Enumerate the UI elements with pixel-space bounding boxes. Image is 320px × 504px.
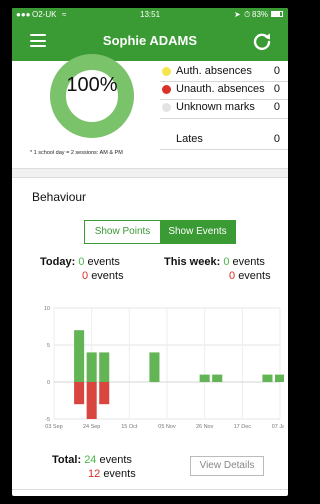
legend-dot-red xyxy=(162,85,171,94)
status-bar: ●●● O2-UK ≈ 13:51 ➤ ⏱ 83% xyxy=(12,8,288,21)
section-separator xyxy=(12,168,288,178)
y-tick-label: 0 xyxy=(47,380,50,386)
x-tick-label: 05 Nov xyxy=(158,424,176,430)
unknown-marks-value: 0 xyxy=(273,101,280,113)
positive-bar xyxy=(199,374,210,382)
total-positive-count: 24 xyxy=(84,454,97,466)
events-word: events xyxy=(91,270,124,282)
unauthorised-absences-row: Unauth. absences 0 xyxy=(160,82,288,99)
week-positive-count: 0 xyxy=(223,256,230,268)
y-tick-label: -5 xyxy=(45,417,50,423)
events-word: events xyxy=(99,454,132,466)
week-negative-stats: 0 events xyxy=(229,270,271,282)
authorised-absences-row: Auth. absences 0 xyxy=(160,64,288,81)
attendance-footnote: * 1 school day = 2 sessions: AM & PM xyxy=(30,150,123,156)
refresh-icon[interactable] xyxy=(252,31,272,51)
show-points-button[interactable]: Show Points xyxy=(85,221,160,243)
week-label: This week: xyxy=(164,256,221,268)
x-tick-label: 03 Sep xyxy=(45,424,62,430)
battery-icon xyxy=(271,11,283,17)
unauthorised-absences-value: 0 xyxy=(273,83,280,95)
unauthorised-absences-label: Unauth. absences xyxy=(176,83,265,95)
attendance-percentage: 100% xyxy=(66,74,118,96)
x-tick-label: 17 Dec xyxy=(234,424,252,430)
today-positive-count: 0 xyxy=(78,256,85,268)
week-negative-count: 0 xyxy=(229,270,236,282)
x-tick-label: 07 Jan xyxy=(272,424,284,430)
phone-screen: ●●● O2-UK ≈ 13:51 ➤ ⏱ 83% Sophie ADAMS 1… xyxy=(12,8,288,496)
positive-bar xyxy=(74,330,85,382)
legend-dot-grey xyxy=(162,103,171,112)
behaviour-heading: Behaviour xyxy=(32,190,87,204)
legend-dot-yellow xyxy=(162,67,171,76)
divider xyxy=(160,118,288,119)
x-tick-label: 24 Sep xyxy=(83,424,100,430)
view-details-button[interactable]: View Details xyxy=(190,456,264,476)
alarm-icon: ⏱ xyxy=(244,10,251,19)
unknown-marks-row: Unknown marks 0 xyxy=(160,100,288,117)
y-tick-label: 10 xyxy=(44,306,50,312)
x-tick-label: 15 Oct xyxy=(121,424,138,430)
lates-label: Lates xyxy=(176,133,203,145)
authorised-absences-label: Auth. absences xyxy=(176,65,252,77)
show-events-button[interactable]: Show Events xyxy=(160,221,235,243)
total-label: Total: xyxy=(52,454,82,466)
negative-bar xyxy=(86,382,97,419)
divider xyxy=(12,489,288,490)
today-negative-stats: 0 events xyxy=(82,270,124,282)
events-word: events xyxy=(238,270,271,282)
total-negative-stats: 12 events xyxy=(88,468,136,480)
clock: 13:51 xyxy=(140,10,161,19)
x-tick-label: 26 Nov xyxy=(196,424,214,430)
events-word: events xyxy=(103,468,136,480)
carrier-label: O2-UK xyxy=(32,10,57,19)
positive-bar xyxy=(99,352,110,382)
positive-bar xyxy=(212,374,223,382)
total-stats: Total: 24 events xyxy=(52,454,132,466)
lates-row: Lates 0 xyxy=(160,132,288,149)
signal-icon: ●●● xyxy=(16,10,31,19)
today-label: Today: xyxy=(40,256,76,268)
y-tick-label: 5 xyxy=(47,343,50,349)
page-title: Sophie ADAMS xyxy=(102,33,198,48)
divider xyxy=(160,149,288,150)
unknown-marks-label: Unknown marks xyxy=(176,101,255,113)
behaviour-events-chart: 10 5 0 -503 Sep 24 Sep 15 Oct 05 Nov 26 Nov 17 D… xyxy=(44,306,284,430)
events-word: events xyxy=(232,256,265,268)
positive-bar xyxy=(149,352,160,382)
positive-bar xyxy=(86,352,97,382)
positive-bar xyxy=(274,374,284,382)
battery-percent: 83% xyxy=(252,10,269,19)
lates-value: 0 xyxy=(273,133,280,145)
location-icon: ➤ xyxy=(234,10,241,19)
total-negative-count: 12 xyxy=(88,468,101,480)
negative-bar xyxy=(99,382,110,405)
events-word: events xyxy=(87,256,120,268)
week-stats: This week: 0 events xyxy=(164,256,265,268)
authorised-absences-value: 0 xyxy=(273,65,280,77)
today-negative-count: 0 xyxy=(82,270,89,282)
positive-bar xyxy=(262,374,273,382)
wifi-icon: ≈ xyxy=(62,10,67,19)
today-stats: Today: 0 events xyxy=(40,256,120,268)
behaviour-view-toggle: Show Points Show Events xyxy=(84,220,236,244)
negative-bar xyxy=(74,382,85,405)
